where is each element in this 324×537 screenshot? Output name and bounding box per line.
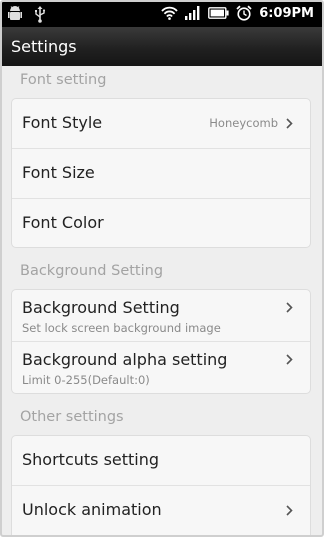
- signal-icon: [185, 6, 201, 20]
- wifi-icon: [161, 6, 178, 20]
- title-bar: Settings: [2, 27, 322, 66]
- settings-item-font-size[interactable]: Font Size: [12, 149, 310, 199]
- settings-item-label: Font Size: [22, 163, 95, 182]
- usb-icon: [34, 6, 46, 23]
- status-bar: 6:09PM: [2, 2, 322, 27]
- settings-item-subtitle: Set lock screen background image: [22, 321, 221, 335]
- card-background-settings: Background Setting Set lock screen backg…: [11, 289, 311, 394]
- chevron-right-icon: [286, 505, 293, 516]
- settings-item-background-setting[interactable]: Background Setting Set lock screen backg…: [12, 290, 310, 342]
- app-window: 6:09PM Settings Font setting Font Style …: [0, 0, 324, 537]
- chevron-right-icon: [286, 354, 293, 365]
- settings-item-font-color[interactable]: Font Color: [12, 199, 310, 247]
- settings-item-background-alpha[interactable]: Background alpha setting Limit 0-255(Def…: [12, 342, 310, 393]
- settings-item-label: Shortcuts setting: [22, 450, 160, 469]
- section-header-other: Other settings: [20, 409, 124, 425]
- settings-item-label: Font Color: [22, 213, 104, 232]
- settings-item-label: Background Setting: [22, 298, 180, 317]
- settings-item-subtitle: Limit 0-255(Default:0): [22, 373, 150, 387]
- settings-item-label: Font Style: [22, 113, 103, 132]
- chevron-right-icon: [286, 302, 293, 313]
- android-debug-icon: [8, 6, 22, 23]
- battery-icon: [208, 7, 229, 19]
- settings-item-font-style[interactable]: Font Style Honeycomb: [12, 99, 310, 149]
- card-other-settings: Shortcuts setting Unlock animation: [11, 435, 311, 535]
- settings-item-label: Background alpha setting: [22, 350, 228, 369]
- chevron-right-icon: [286, 118, 293, 129]
- section-header-background: Background Setting: [20, 263, 164, 279]
- alarm-icon: [236, 5, 252, 21]
- card-font-settings: Font Style Honeycomb Font Size Font Colo…: [11, 98, 311, 248]
- settings-item-label: Unlock animation: [22, 500, 162, 519]
- page-title: Settings: [11, 37, 77, 56]
- settings-item-value: Honeycomb: [209, 116, 278, 130]
- settings-item-shortcuts[interactable]: Shortcuts setting: [12, 436, 310, 486]
- status-clock: 6:09PM: [259, 5, 314, 21]
- section-header-font: Font setting: [20, 72, 107, 88]
- settings-item-unlock-animation[interactable]: Unlock animation: [12, 486, 310, 535]
